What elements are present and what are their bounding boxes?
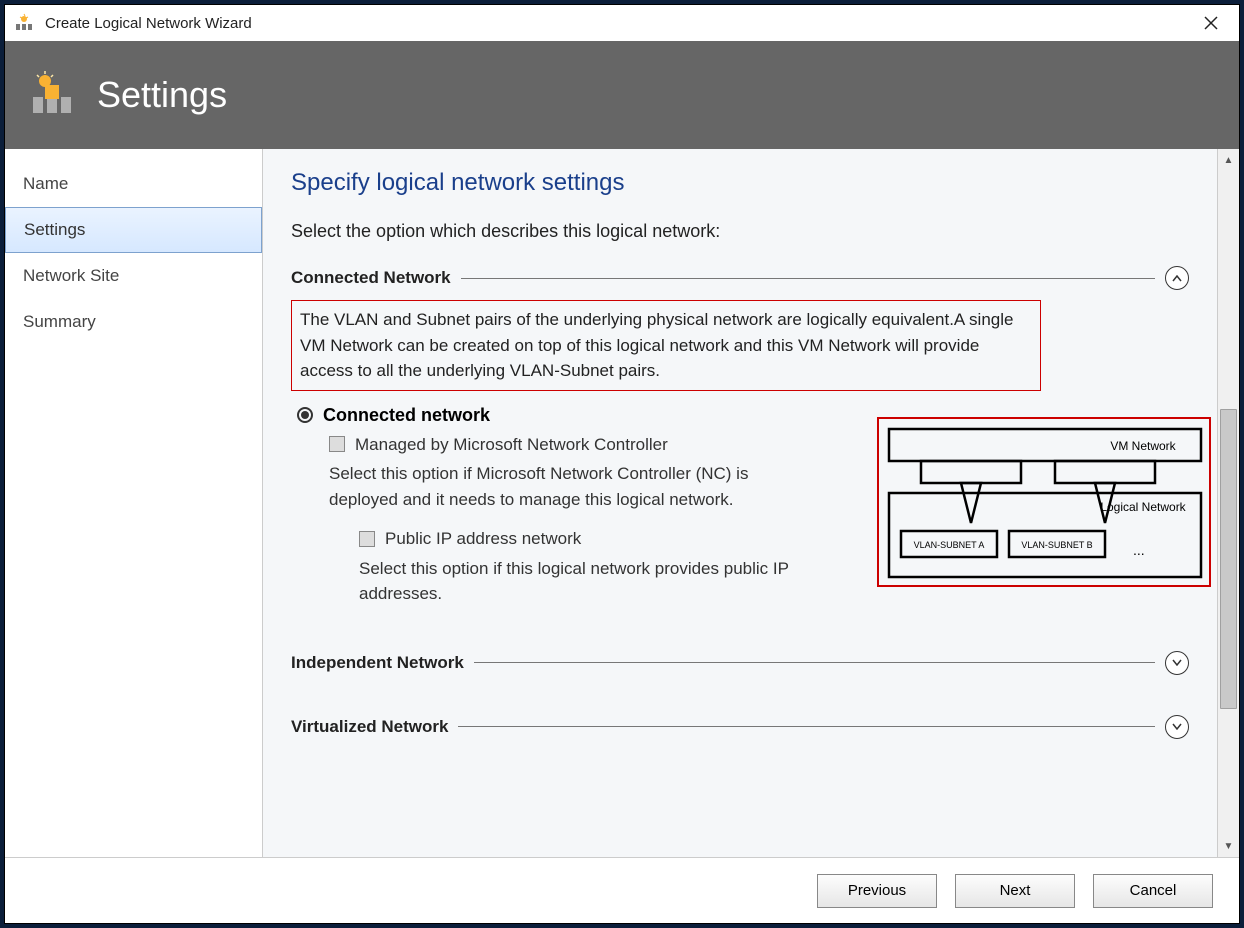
sidebar-item-name[interactable]: Name <box>5 161 262 207</box>
sidebar-item-settings[interactable]: Settings <box>5 207 262 253</box>
public-ip-description: Select this option if this logical netwo… <box>359 556 829 607</box>
content: Specify logical network settings Select … <box>263 149 1217 857</box>
radio-icon <box>297 407 313 423</box>
titlebar: Create Logical Network Wizard <box>5 5 1239 41</box>
banner-icon <box>31 71 79 120</box>
chevron-up-icon[interactable] <box>1165 266 1189 290</box>
group-virtualized-header[interactable]: Virtualized Network <box>291 715 1189 739</box>
vertical-scrollbar[interactable]: ▲ ▼ <box>1217 149 1239 857</box>
next-button[interactable]: Next <box>955 874 1075 908</box>
scroll-down-icon[interactable]: ▼ <box>1218 835 1239 857</box>
group-independent-header[interactable]: Independent Network <box>291 651 1189 675</box>
checkbox-public-ip-label: Public IP address network <box>385 526 581 552</box>
cancel-button[interactable]: Cancel <box>1093 874 1213 908</box>
radio-connected-label: Connected network <box>323 405 490 426</box>
group-connected-title: Connected Network <box>291 268 451 288</box>
checkbox-public-ip[interactable] <box>359 531 375 547</box>
diagram-vlan-b: VLAN-SUBNET B <box>1021 540 1092 550</box>
wizard-window: Create Logical Network Wizard Settings N… <box>4 4 1240 924</box>
sidebar-item-summary[interactable]: Summary <box>5 299 262 345</box>
group-connected-header[interactable]: Connected Network <box>291 266 1189 290</box>
group-virtualized-title: Virtualized Network <box>291 717 448 737</box>
previous-button[interactable]: Previous <box>817 874 937 908</box>
scroll-up-icon[interactable]: ▲ <box>1218 149 1239 171</box>
footer: Previous Next Cancel <box>5 857 1239 923</box>
managed-description: Select this option if Microsoft Network … <box>329 461 799 512</box>
diagram-vlan-a: VLAN-SUBNET A <box>914 540 985 550</box>
network-diagram: VM Network Logical Network VLAN-SUBNET A… <box>877 417 1211 587</box>
close-button[interactable] <box>1191 8 1231 38</box>
diagram-dots: ... <box>1133 542 1145 558</box>
content-wrap: Specify logical network settings Select … <box>263 149 1239 857</box>
chevron-down-icon[interactable] <box>1165 715 1189 739</box>
scrollbar-thumb[interactable] <box>1220 409 1237 709</box>
window-title: Create Logical Network Wizard <box>45 15 1191 32</box>
app-icon <box>13 11 37 35</box>
banner-title: Settings <box>97 74 227 116</box>
checkbox-managed-label: Managed by Microsoft Network Controller <box>355 432 668 458</box>
diagram-vm-network: VM Network <box>1110 439 1176 453</box>
lead-text: Select the option which describes this l… <box>291 221 1189 242</box>
sidebar-item-network-site[interactable]: Network Site <box>5 253 262 299</box>
connected-description: The VLAN and Subnet pairs of the underly… <box>291 300 1041 391</box>
banner: Settings <box>5 41 1239 149</box>
sidebar: Name Settings Network Site Summary <box>5 149 263 857</box>
chevron-down-icon[interactable] <box>1165 651 1189 675</box>
checkbox-managed-by-nc[interactable] <box>329 436 345 452</box>
page-heading: Specify logical network settings <box>291 169 1189 197</box>
body: Name Settings Network Site Summary Speci… <box>5 149 1239 857</box>
close-icon <box>1204 16 1218 30</box>
group-independent-title: Independent Network <box>291 653 464 673</box>
diagram-logical-network: Logical Network <box>1100 500 1186 514</box>
